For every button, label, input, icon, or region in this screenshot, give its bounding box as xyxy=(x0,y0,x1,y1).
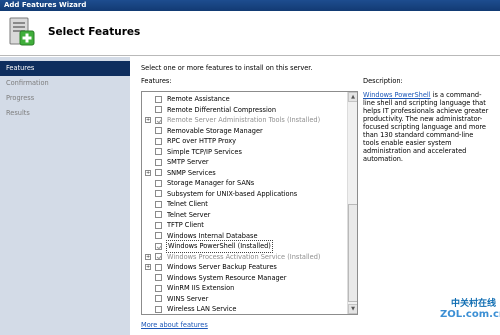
feature-row[interactable]: Remote Assistance xyxy=(142,94,347,105)
feature-checkbox[interactable] xyxy=(155,253,162,260)
feature-label: Telnet Client xyxy=(167,200,208,208)
feature-label: Simple TCP/IP Services xyxy=(167,147,242,156)
feature-checkbox[interactable] xyxy=(155,127,162,134)
feature-checkbox[interactable] xyxy=(155,263,162,271)
feature-row[interactable]: RPC over HTTP Proxy xyxy=(142,136,347,147)
feature-row[interactable]: Simple TCP/IP Services xyxy=(142,147,347,158)
description-text: is a command-line shell and scripting la… xyxy=(363,91,489,163)
watermark-line1: 中关村在线 xyxy=(450,299,496,309)
feature-row[interactable]: Windows Internal Database xyxy=(142,231,347,242)
expand-icon[interactable]: + xyxy=(145,264,151,270)
feature-label: Remote Assistance xyxy=(167,95,230,103)
feature-row[interactable]: Wireless LAN Service xyxy=(142,304,347,314)
feature-row[interactable]: + Remote Server Administration Tools (Ins… xyxy=(142,115,347,126)
content-pane: Select one or more features to install o… xyxy=(130,57,500,335)
feature-label: SNMP Services xyxy=(167,168,216,177)
feature-label: Windows Process Activation Service (Inst… xyxy=(167,252,321,261)
feature-checkbox[interactable] xyxy=(155,179,162,187)
feature-row[interactable]: WINS Server xyxy=(142,294,347,305)
feature-row[interactable]: SMTP Server xyxy=(142,157,347,168)
feature-label: SMTP Server xyxy=(167,158,209,166)
expand-icon[interactable]: + xyxy=(145,253,151,260)
feature-label: Remote Server Administration Tools (Inst… xyxy=(167,116,321,124)
feature-row[interactable]: Storage Manager for SANs xyxy=(142,178,347,189)
scroll-down-icon[interactable]: ▼ xyxy=(348,304,357,314)
feature-description: Windows PowerShell is a command-line she… xyxy=(363,91,491,163)
scroll-thumb[interactable] xyxy=(348,204,357,302)
feature-label: Subsystem for UNIX-based Applications xyxy=(167,189,298,198)
feature-row[interactable]: + SNMP Services xyxy=(142,168,347,179)
feature-checkbox[interactable] xyxy=(155,221,162,229)
features-list[interactable]: Remote Assistance Remote Differential Com… xyxy=(141,91,358,315)
feature-checkbox[interactable] xyxy=(155,137,162,145)
feature-checkbox[interactable] xyxy=(155,158,162,166)
feature-checkbox[interactable] xyxy=(155,190,162,197)
step-progress[interactable]: Progress xyxy=(0,91,130,106)
scroll-up-icon[interactable]: ▲ xyxy=(348,92,357,102)
feature-row[interactable]: TFTP Client xyxy=(142,220,347,231)
feature-checkbox[interactable] xyxy=(155,232,162,239)
feature-label: Storage Manager for SANs xyxy=(167,179,255,187)
feature-row[interactable]: + Windows Server Backup Features xyxy=(142,262,347,273)
more-about-features-link[interactable]: More about features xyxy=(141,321,208,329)
feature-label: Wireless LAN Service xyxy=(167,305,237,313)
title-bar: Add Features Wizard xyxy=(0,0,500,11)
description-label: Description: xyxy=(363,77,403,85)
expand-icon[interactable]: + xyxy=(145,169,151,176)
feature-checkbox[interactable] xyxy=(155,148,162,155)
feature-row[interactable]: Remote Differential Compression xyxy=(142,105,347,116)
feature-checkbox[interactable] xyxy=(155,169,162,176)
feature-label: Windows Server Backup Features xyxy=(167,263,277,271)
feature-label: Removable Storage Manager xyxy=(167,126,263,135)
feature-label: Windows System Resource Manager xyxy=(167,273,287,282)
server-features-icon xyxy=(9,17,35,46)
watermark-logo: 中关村在线 ZOL.com.cn xyxy=(440,296,500,330)
feature-row[interactable]: Telnet Client xyxy=(142,199,347,210)
feature-checkbox[interactable] xyxy=(155,295,162,302)
step-features[interactable]: Features xyxy=(0,61,130,76)
feature-label: Remote Differential Compression xyxy=(167,105,277,114)
page-title: Select Features xyxy=(48,26,141,38)
expand-icon[interactable]: + xyxy=(145,117,151,123)
wizard-header: Select Features xyxy=(0,11,500,56)
feature-row[interactable]: Subsystem for UNIX-based Applications xyxy=(142,189,347,200)
feature-label: Telnet Server xyxy=(167,210,211,219)
feature-checkbox[interactable] xyxy=(155,305,162,313)
feature-checkbox[interactable] xyxy=(155,106,162,113)
feature-row[interactable]: Removable Storage Manager xyxy=(142,126,347,137)
feature-row[interactable]: + Windows Process Activation Service (Ins… xyxy=(142,252,347,263)
wizard-steps: Features Confirmation Progress Results xyxy=(0,57,130,335)
feature-label: WinRM IIS Extension xyxy=(167,284,235,292)
instruction-text: Select one or more features to install o… xyxy=(141,64,313,72)
feature-label: Windows PowerShell (Installed) xyxy=(166,240,273,253)
feature-row[interactable]: Windows PowerShell (Installed) xyxy=(142,240,347,253)
feature-checkbox[interactable] xyxy=(155,200,162,208)
step-results[interactable]: Results xyxy=(0,106,130,121)
feature-row[interactable]: WinRM IIS Extension xyxy=(142,283,347,294)
feature-label: TFTP Client xyxy=(167,221,204,229)
feature-checkbox[interactable] xyxy=(155,242,162,250)
feature-checkbox[interactable] xyxy=(155,274,162,281)
feature-checkbox[interactable] xyxy=(155,95,162,103)
feature-row[interactable]: Windows System Resource Manager xyxy=(142,273,347,284)
description-feature-link[interactable]: Windows PowerShell xyxy=(363,91,431,99)
step-confirmation[interactable]: Confirmation xyxy=(0,76,130,91)
feature-label: WINS Server xyxy=(167,294,209,303)
feature-checkbox[interactable] xyxy=(155,211,162,218)
feature-label: RPC over HTTP Proxy xyxy=(167,137,237,145)
feature-row[interactable]: Telnet Server xyxy=(142,210,347,221)
features-scrollbar[interactable]: ▲ ▼ xyxy=(347,92,357,314)
feature-checkbox[interactable] xyxy=(155,284,162,292)
watermark-line2: ZOL.com.cn xyxy=(440,309,500,320)
feature-checkbox[interactable] xyxy=(155,116,162,124)
feature-label: Windows Internal Database xyxy=(167,231,258,240)
features-label: Features: xyxy=(141,77,172,85)
